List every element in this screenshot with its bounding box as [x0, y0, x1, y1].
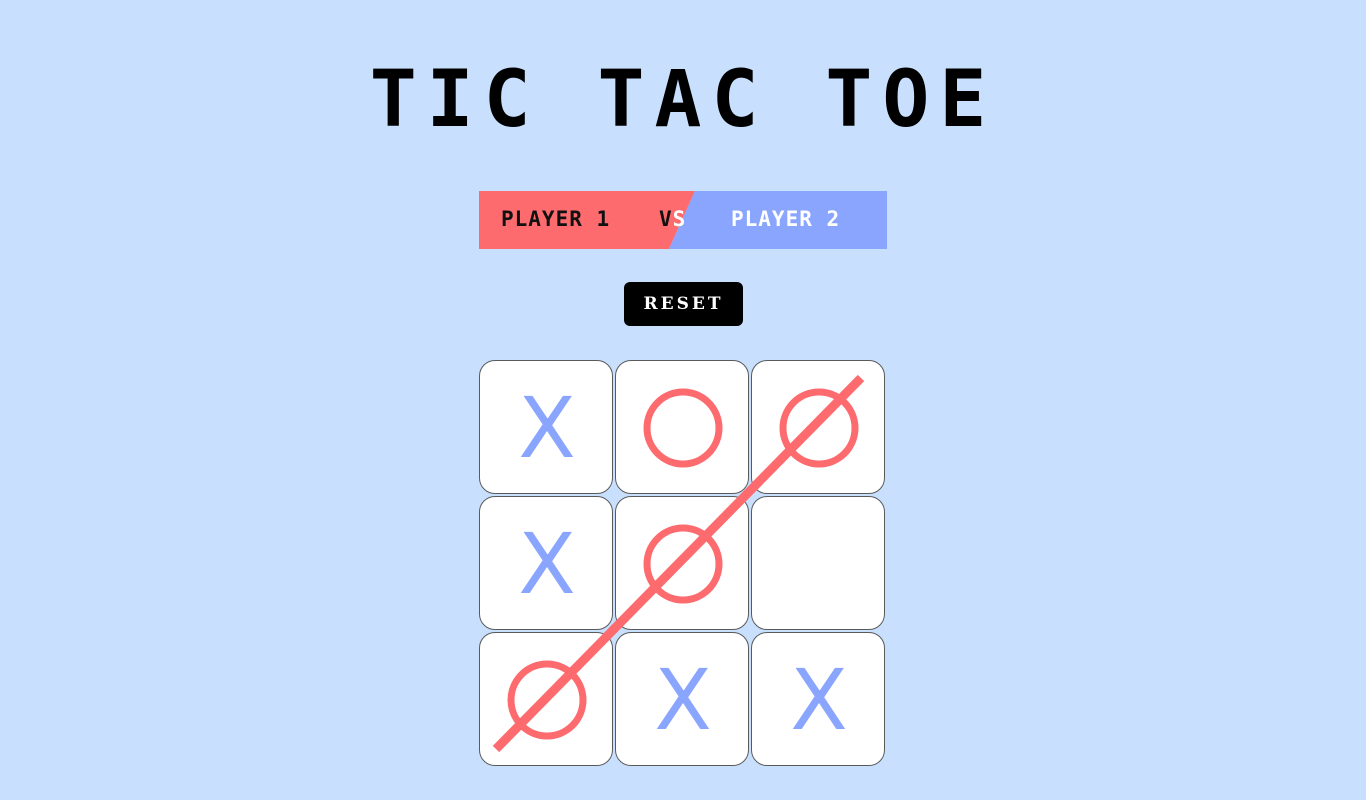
- x-mark: X: [790, 651, 848, 749]
- player1-label: PLAYER 1: [501, 207, 611, 231]
- board-cell-2-0[interactable]: [479, 632, 613, 766]
- vs-label: VS: [659, 191, 686, 249]
- player-versus-banner: PLAYER 1 VS PLAYER 2: [479, 191, 887, 249]
- reset-button[interactable]: RESET: [624, 282, 743, 326]
- vs-letter-s: S: [672, 207, 687, 231]
- o-mark-circle: [507, 660, 587, 740]
- game-title: TIC TAC TOE: [369, 55, 997, 145]
- vs-letter-v: V: [659, 207, 673, 231]
- board-cell-2-1[interactable]: X: [615, 632, 749, 766]
- board-cell-0-0[interactable]: X: [479, 360, 613, 494]
- o-mark-circle: [643, 524, 723, 604]
- game-board: XXXX: [479, 360, 887, 768]
- x-mark: X: [518, 515, 576, 613]
- board-cell-1-1[interactable]: [615, 496, 749, 630]
- board-cell-0-2[interactable]: [751, 360, 885, 494]
- x-mark: X: [518, 379, 576, 477]
- o-mark: [779, 388, 859, 468]
- o-mark: [643, 388, 723, 468]
- player2-label: PLAYER 2: [731, 207, 841, 231]
- o-mark-circle: [779, 388, 859, 468]
- x-mark: X: [654, 651, 712, 749]
- o-mark: [507, 660, 587, 740]
- board-cell-0-1[interactable]: [615, 360, 749, 494]
- board-cell-2-2[interactable]: X: [751, 632, 885, 766]
- board-cell-1-0[interactable]: X: [479, 496, 613, 630]
- o-mark: [643, 524, 723, 604]
- o-mark-circle: [643, 388, 723, 468]
- board-cell-1-2[interactable]: [751, 496, 885, 630]
